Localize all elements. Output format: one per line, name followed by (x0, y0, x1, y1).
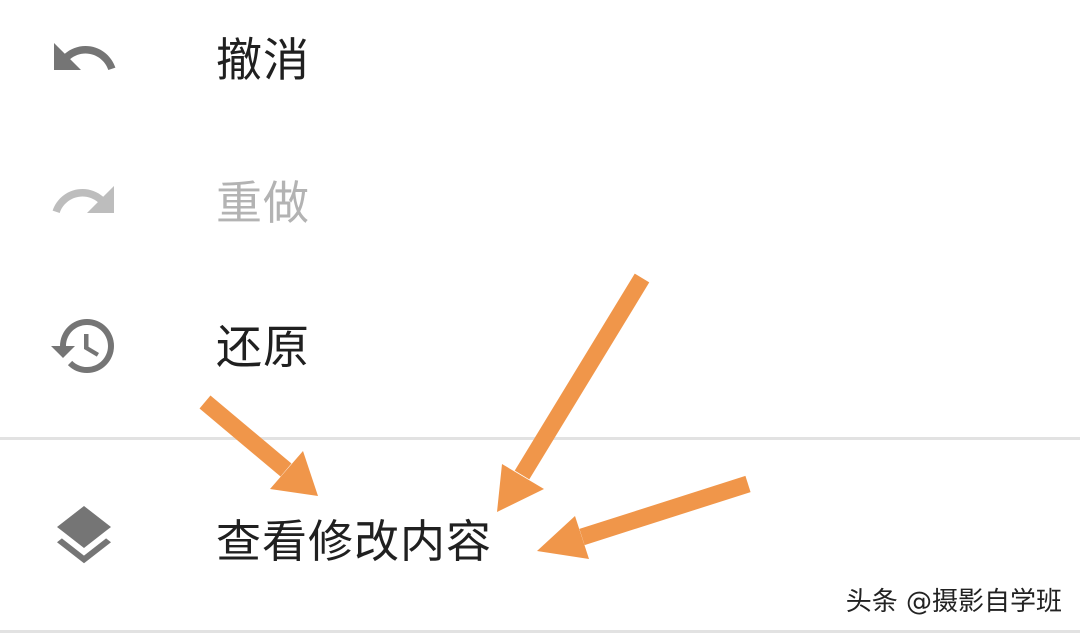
layers-icon (57, 506, 111, 564)
menu-item-redo: 重做 (0, 145, 1080, 265)
menu-item-label: 撤消 (216, 33, 310, 87)
menu-item-label: 重做 (216, 176, 310, 230)
menu-divider (0, 437, 1080, 440)
menu-item-label: 还原 (216, 320, 310, 374)
undo-icon (54, 43, 116, 70)
menu-item-label: 查看修改内容 (216, 515, 493, 568)
edit-menu: 撤消 重做 还原 查看修改内容 头条 @摄影自学班 (0, 0, 1080, 635)
menu-item-revert[interactable]: 还原 (0, 290, 1080, 410)
menu-item-view-changes[interactable]: 查看修改内容 (0, 470, 1080, 590)
menu-item-undo[interactable]: 撤消 (0, 0, 1080, 120)
history-restore-icon (51, 319, 114, 374)
redo-icon (52, 186, 114, 213)
watermark: 头条 @摄影自学班 (845, 587, 1062, 617)
menu-divider-bottom (0, 630, 1080, 633)
